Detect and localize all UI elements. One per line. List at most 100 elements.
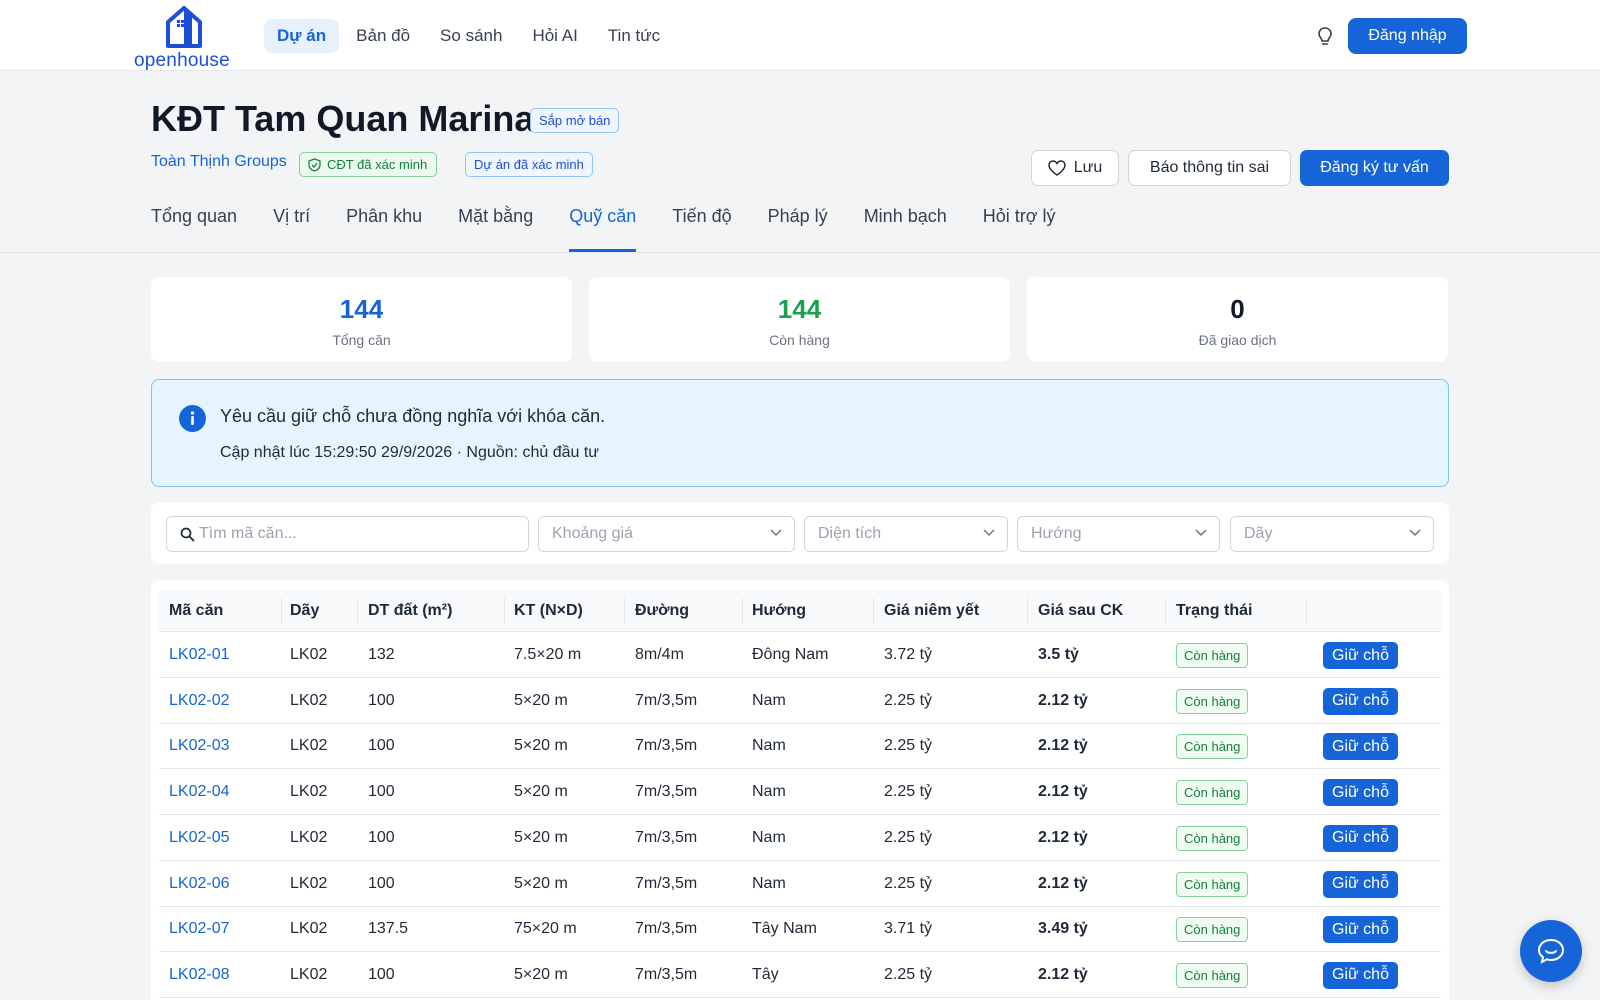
unit-code-link[interactable]: LK02-04 xyxy=(169,783,230,801)
tab-phan-khu[interactable]: Phân khu xyxy=(346,206,422,252)
col-row[interactable]: Dãy xyxy=(290,602,319,620)
tab-quy-can[interactable]: Quỹ căn xyxy=(569,206,637,252)
unit-area: 100 xyxy=(368,828,395,846)
notice-title: Yêu cầu giữ chỗ chưa đồng nghĩa với khóa… xyxy=(220,406,606,426)
save-button[interactable]: Lưu xyxy=(1031,150,1119,186)
col-divider xyxy=(281,598,282,624)
col-size[interactable]: KT (N×D) xyxy=(514,602,583,620)
unit-list-price: 2.25 tỷ xyxy=(884,874,933,892)
tabs-divider xyxy=(0,252,1600,253)
hold-button[interactable]: Giữ chỗ xyxy=(1323,779,1398,807)
unit-size: 7.5×20 m xyxy=(514,646,582,663)
unit-road: 7m/3,5m xyxy=(635,828,698,846)
hold-button[interactable]: Giữ chỗ xyxy=(1323,687,1398,715)
unit-code-link[interactable]: LK02-03 xyxy=(169,737,230,755)
table-row: LK02-02 LK02 100 5×20 m 7m/3,5m Nam 2.25 tỷ 2.1… xyxy=(159,678,1441,724)
unit-final-price: 2.12 tỷ xyxy=(1038,965,1088,983)
unit-code-link[interactable]: LK02-07 xyxy=(169,920,230,938)
hold-button[interactable]: Giữ chỗ xyxy=(1323,824,1398,852)
search-icon xyxy=(180,527,195,542)
unit-direction: Đông Nam xyxy=(752,646,829,663)
row-filter[interactable]: Dãy xyxy=(1230,516,1434,552)
hold-button[interactable]: Giữ chỗ xyxy=(1323,733,1398,761)
search-input[interactable] xyxy=(199,517,519,551)
chevron-down-icon xyxy=(983,529,995,537)
nav-item-hoi-ai[interactable]: Hỏi AI xyxy=(519,19,590,53)
col-code[interactable]: Mã căn xyxy=(169,602,223,620)
project-tabs: Tổng quan Vị trí Phân khu Mặt bằng Quỹ c… xyxy=(151,206,1056,252)
nav-item-tin-tuc[interactable]: Tin tức xyxy=(595,19,673,53)
stat-sold-label: Đã giao dịch xyxy=(1198,332,1277,348)
col-direction[interactable]: Hướng xyxy=(752,602,806,620)
nav-item-ban-do[interactable]: Bản đồ xyxy=(343,19,423,53)
status-badge: Còn hàng xyxy=(1176,917,1249,943)
hold-button[interactable]: Giữ chỗ xyxy=(1323,642,1398,669)
unit-final-price: 2.12 tỷ xyxy=(1038,691,1088,709)
unit-code-link[interactable]: LK02-01 xyxy=(169,646,230,664)
hold-button[interactable]: Giữ chỗ xyxy=(1323,961,1398,989)
col-final-price[interactable]: Giá sau CK xyxy=(1038,602,1123,620)
nav-item-so-sanh[interactable]: So sánh xyxy=(427,19,515,53)
tab-tien-do[interactable]: Tiến độ xyxy=(672,206,731,252)
status-badge: Còn hàng xyxy=(1176,688,1249,714)
unit-row: LK02 xyxy=(290,920,328,938)
stat-sold: 0 Đã giao dịch xyxy=(1027,277,1448,362)
save-label: Lưu xyxy=(1073,159,1103,176)
unit-road: 7m/3,5m xyxy=(635,965,698,983)
col-divider xyxy=(873,598,874,624)
col-divider xyxy=(742,598,743,624)
stat-available-label: Còn hàng xyxy=(769,332,830,348)
unit-final-price: 2.12 tỷ xyxy=(1038,783,1088,801)
unit-code-link[interactable]: LK02-06 xyxy=(169,875,230,893)
tab-phap-ly[interactable]: Pháp lý xyxy=(768,206,828,252)
col-road[interactable]: Đường xyxy=(635,602,689,620)
tab-mat-bang[interactable]: Mặt bằng xyxy=(458,206,533,252)
unit-size: 5×20 m xyxy=(514,783,568,801)
login-button[interactable]: Đăng nhập xyxy=(1348,18,1467,54)
tab-minh-bach[interactable]: Minh bạch xyxy=(864,206,947,252)
unit-row: LK02 xyxy=(290,646,328,663)
status-badge: Còn hàng xyxy=(1176,780,1249,806)
tab-vi-tri[interactable]: Vị trí xyxy=(273,206,310,252)
unit-code-link[interactable]: LK02-02 xyxy=(169,692,230,710)
logo[interactable]: openhouse xyxy=(134,4,244,71)
unit-direction: Tây Nam xyxy=(752,920,817,938)
direction-filter[interactable]: Hướng xyxy=(1017,516,1220,552)
price-filter-label: Khoảng giá xyxy=(552,525,633,542)
lightbulb-icon[interactable] xyxy=(1314,25,1336,47)
unit-road: 7m/3,5m xyxy=(635,920,698,938)
unit-row: LK02 xyxy=(290,691,328,709)
unit-size: 5×20 m xyxy=(514,691,568,709)
hold-button[interactable]: Giữ chỗ xyxy=(1323,870,1398,898)
row-filter-label: Dãy xyxy=(1244,525,1273,542)
area-filter-label: Diện tích xyxy=(818,525,882,542)
unit-code-link[interactable]: LK02-05 xyxy=(169,829,230,847)
col-area[interactable]: DT đất (m²) xyxy=(368,602,452,620)
col-list-price[interactable]: Giá niêm yết xyxy=(884,602,979,620)
stat-available-value: 144 xyxy=(777,294,822,324)
unit-row: LK02 xyxy=(290,874,328,892)
area-filter[interactable]: Diện tích xyxy=(804,516,1008,552)
stat-sold-value: 0 xyxy=(1230,294,1245,324)
status-badge: Còn hàng xyxy=(1176,825,1249,851)
hold-button[interactable]: Giữ chỗ xyxy=(1323,916,1398,944)
developer-link[interactable]: Toàn Thịnh Groups xyxy=(151,153,287,171)
consult-button[interactable]: Đăng ký tư vấn xyxy=(1300,150,1449,186)
unit-list-price: 2.25 tỷ xyxy=(884,783,933,801)
nav-item-du-an[interactable]: Dự án xyxy=(264,19,340,53)
tab-tong-quan[interactable]: Tổng quan xyxy=(151,206,237,252)
col-status[interactable]: Trạng thái xyxy=(1176,602,1252,620)
report-button[interactable]: Báo thông tin sai xyxy=(1128,150,1291,186)
status-badge: Còn hàng xyxy=(1176,962,1249,988)
unit-code-link[interactable]: LK02-08 xyxy=(169,966,230,984)
price-filter[interactable]: Khoảng giá xyxy=(538,516,795,552)
tab-hoi-tro-ly[interactable]: Hỏi trợ lý xyxy=(983,206,1056,252)
col-divider xyxy=(1165,598,1166,624)
chat-button[interactable] xyxy=(1520,920,1582,982)
unit-size: 75×20 m xyxy=(514,920,577,938)
unit-direction: Nam xyxy=(752,874,786,892)
unit-final-price: 3.5 tỷ xyxy=(1038,646,1079,663)
unit-list-price: 2.25 tỷ xyxy=(884,828,933,846)
info-icon xyxy=(179,405,206,432)
unit-road: 7m/3,5m xyxy=(635,783,698,801)
